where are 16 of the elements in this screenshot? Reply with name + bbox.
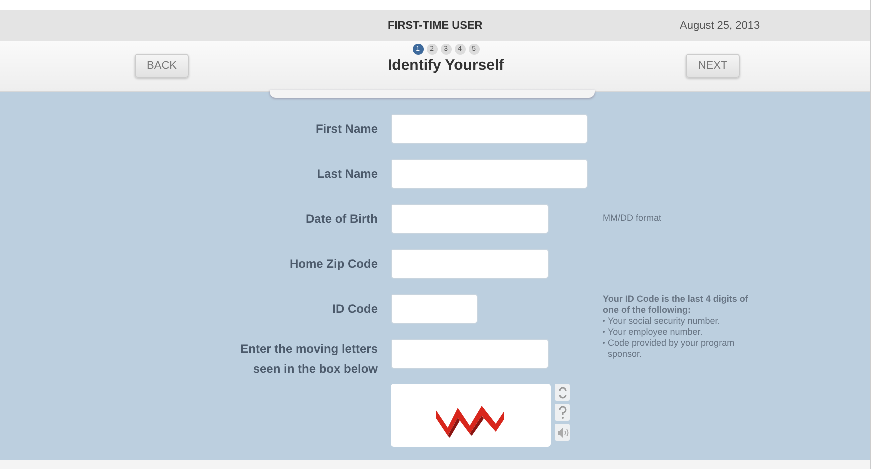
page-title: FIRST-TIME USER [388,20,483,32]
field-label: First Name [314,121,378,138]
field-label: Enter the moving letters seen in the box below [240,341,378,378]
field-label: Date of Birth [305,211,378,228]
help-title: Your ID Code is the last 4 digits of one of the following: [603,294,750,316]
date-text: August 25, 2013 [680,20,760,32]
help-text: Code provided by your program sponsor. [608,338,736,360]
field-label: ID Code [332,301,378,318]
field-label: Last Name [316,166,378,183]
next-button[interactable]: NEXT [686,54,740,78]
field-label: Home Zip Code [288,256,378,273]
hint-text: MM/DD format [603,212,662,223]
help-text: Your social security number. [608,316,720,327]
help-text: Your employee number. [608,327,703,338]
step-title: Identify Yourself [388,57,504,74]
back-button[interactable]: BACK [135,54,189,78]
